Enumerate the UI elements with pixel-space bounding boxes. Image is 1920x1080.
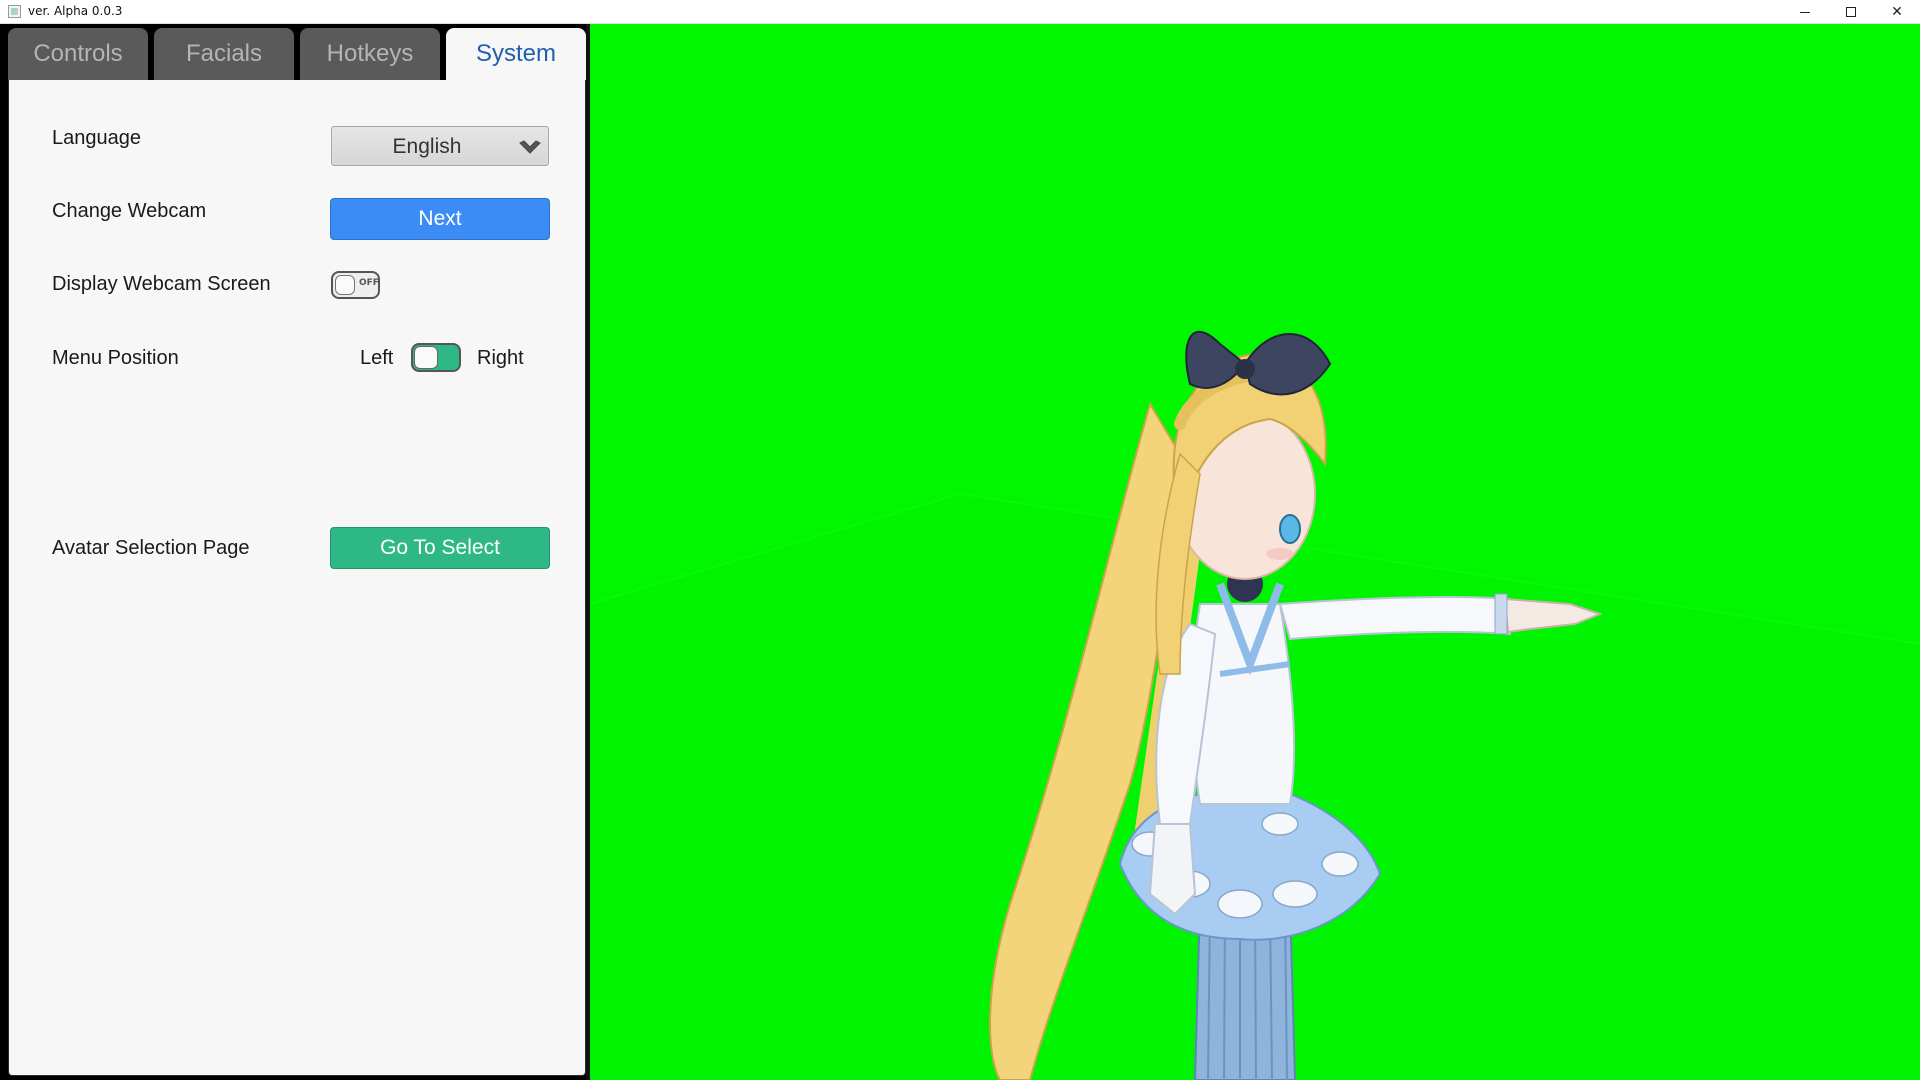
next-webcam-button[interactable]: Next (330, 198, 550, 240)
go-to-select-button[interactable]: Go To Select (330, 527, 550, 569)
change-webcam-label: Change Webcam (52, 200, 207, 222)
tab-system[interactable]: System (446, 28, 586, 80)
menu-position-label: Menu Position (52, 347, 179, 369)
display-webcam-label: Display Webcam Screen (52, 273, 271, 295)
minimize-icon (1800, 11, 1810, 13)
app-icon (8, 5, 21, 18)
menu-position-left-label: Left (360, 347, 394, 369)
toggle-knob (335, 275, 355, 295)
title-bar: ver. Alpha 0.0.3 ✕ (0, 0, 1920, 24)
minimize-button[interactable] (1782, 0, 1828, 24)
toggle-knob (414, 346, 438, 369)
close-button[interactable]: ✕ (1874, 0, 1920, 24)
maximize-button[interactable] (1828, 0, 1874, 24)
menu-position-right-label: Right (477, 347, 524, 369)
tab-controls[interactable]: Controls (8, 28, 148, 80)
system-settings-panel: Language English Change Webcam Next Disp… (8, 80, 586, 1076)
language-value: English (392, 135, 462, 158)
maximize-icon (1846, 7, 1856, 17)
menu-position-toggle[interactable] (411, 343, 461, 372)
avatar-selection-label: Avatar Selection Page (52, 537, 250, 559)
close-icon: ✕ (1891, 4, 1903, 20)
tab-bar: Controls Facials Hotkeys System (8, 28, 586, 80)
toggle-state-text: OFF (359, 278, 379, 288)
language-dropdown[interactable]: English (331, 126, 549, 166)
window-title: ver. Alpha 0.0.3 (28, 4, 123, 18)
window-left-frame (0, 24, 8, 1080)
avatar-render (590, 330, 1920, 1080)
tab-hotkeys[interactable]: Hotkeys (300, 28, 440, 80)
chevron-down-icon (519, 140, 541, 154)
avatar-viewport[interactable] (590, 24, 1920, 1080)
language-label: Language (52, 127, 141, 149)
display-webcam-toggle[interactable]: OFF (331, 271, 380, 299)
tab-facials[interactable]: Facials (154, 28, 294, 80)
